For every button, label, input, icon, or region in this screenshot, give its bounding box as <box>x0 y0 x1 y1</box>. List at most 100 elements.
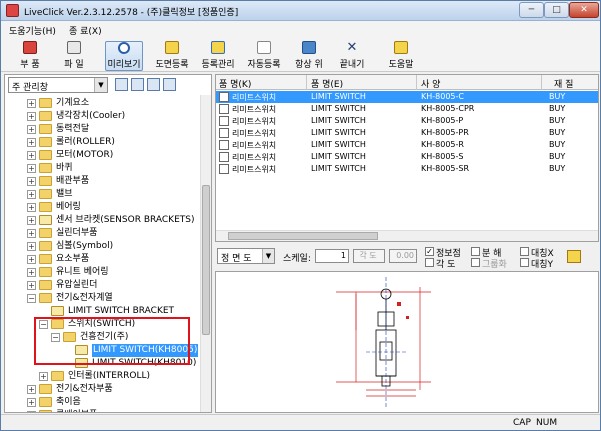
basepoint-checkbox[interactable]: ✓ <box>425 247 434 256</box>
expand-icon[interactable]: + <box>27 268 36 277</box>
cell-name-k: 리미트스위치 <box>232 165 277 174</box>
expand-icon[interactable]: + <box>27 203 36 212</box>
menu-help[interactable]: 도움기능(H) <box>9 24 56 37</box>
parts-icon <box>23 41 37 54</box>
tree-tool-icon[interactable] <box>115 78 128 91</box>
close-button[interactable]: ✕ <box>569 2 599 18</box>
hscroll-thumb[interactable] <box>228 232 378 240</box>
table-row[interactable]: 리미트스위치 LIMIT SWITCH KH-8005-CPR BUY <box>216 103 598 115</box>
drawing-preview <box>215 271 599 413</box>
expand-icon[interactable]: + <box>27 385 36 394</box>
mirror-x-checkbox[interactable] <box>520 247 529 256</box>
cell-material: BUY <box>549 164 566 173</box>
part-icon <box>219 104 229 114</box>
expand-all-icon[interactable] <box>131 78 144 91</box>
help-button[interactable]: 도움말 <box>385 41 417 71</box>
expand-icon[interactable]: + <box>27 398 36 407</box>
drawing-register-button[interactable]: 도면등록 <box>151 41 193 71</box>
tree-node-label: 동력전달 <box>56 124 90 134</box>
table-row[interactable]: 리미트스위치 LIMIT SWITCH KH-8005-S BUY <box>216 151 598 163</box>
expand-icon[interactable]: + <box>27 99 36 108</box>
chevron-down-icon[interactable]: ▼ <box>262 249 274 263</box>
title-bar[interactable]: LiveClick Ver.2.3.12.2578 - (주)클릭정보 [정품인… <box>1 1 600 21</box>
table-row[interactable]: 리미트스위치 LIMIT SWITCH KH-8005-R BUY <box>216 139 598 151</box>
maximize-button[interactable]: □ <box>544 2 569 18</box>
header-name-k[interactable]: 품 명(K) <box>219 77 251 90</box>
split-checkbox[interactable] <box>471 247 480 256</box>
angle-checkbox[interactable] <box>425 258 434 267</box>
expand-icon[interactable]: + <box>27 112 36 121</box>
header-material[interactable]: 재 질 <box>554 77 573 90</box>
cell-spec: KH-8005-C <box>421 92 464 101</box>
register-manage-button[interactable]: 등록관리 <box>197 41 239 71</box>
expand-icon[interactable]: + <box>39 372 48 381</box>
cell-name-e: LIMIT SWITCH <box>311 164 366 173</box>
table-row[interactable]: 리미트스위치 LIMIT SWITCH KH-8005-P BUY <box>216 115 598 127</box>
expand-icon[interactable]: + <box>27 164 36 173</box>
scale-input[interactable]: 1 <box>315 249 349 263</box>
expand-icon[interactable]: + <box>27 229 36 238</box>
cell-spec: KH-8005-PR <box>421 128 469 137</box>
cell-spec: KH-8005-SR <box>421 164 470 173</box>
tree-node-label: 유압실린더 <box>56 280 98 290</box>
expand-icon[interactable]: + <box>27 411 36 412</box>
expand-icon[interactable]: + <box>27 138 36 147</box>
tree-node-label: 냉각장치(Cooler) <box>56 111 126 121</box>
folder-icon <box>39 176 52 186</box>
expand-icon[interactable]: + <box>27 281 36 290</box>
exit-button[interactable]: ✕ 끝내기 <box>335 41 369 71</box>
mirror-y-checkbox[interactable] <box>520 258 529 267</box>
expand-icon[interactable]: + <box>27 216 36 225</box>
folder-icon <box>39 215 52 225</box>
num-indicator: NUM <box>536 418 558 428</box>
app-icon <box>6 4 19 17</box>
tree-node-label: 심볼(Symbol) <box>56 241 114 251</box>
table-row[interactable]: 리미트스위치 LIMIT SWITCH KH-8005-C BUY <box>216 91 598 103</box>
table-hscrollbar[interactable] <box>216 230 598 241</box>
scroll-thumb[interactable] <box>202 185 210 335</box>
collapse-all-icon[interactable] <box>147 78 160 91</box>
folder-icon <box>39 189 52 199</box>
file-button[interactable]: 파 일 <box>57 41 91 71</box>
view-select[interactable]: 정 면 도 ▼ <box>217 248 275 264</box>
cell-name-k: 리미트스위치 <box>232 129 277 138</box>
chevron-down-icon[interactable]: ▼ <box>94 78 107 92</box>
tree-node-label: 센서 브라켓(SENSOR BRACKETS) <box>56 215 195 225</box>
angle-input[interactable]: 0.00 <box>389 249 417 263</box>
collapse-icon[interactable]: − <box>27 294 36 303</box>
table-row[interactable]: 리미트스위치 LIMIT SWITCH KH-8005-PR BUY <box>216 127 598 139</box>
always-on-top-button[interactable]: 항상 위 <box>291 41 327 71</box>
angle-button[interactable]: 각 도 <box>353 249 385 263</box>
header-spec[interactable]: 사 양 <box>421 77 440 90</box>
window-select[interactable]: 주 관리창 ▼ <box>8 77 108 93</box>
expand-icon[interactable]: + <box>27 151 36 160</box>
part-icon <box>219 164 229 174</box>
file-icon <box>67 41 81 54</box>
expand-icon[interactable]: + <box>27 190 36 199</box>
expand-icon[interactable]: + <box>27 125 36 134</box>
menu-exit[interactable]: 종 료(X) <box>69 24 102 37</box>
cell-spec: KH-8005-CPR <box>421 104 475 113</box>
insert-icon[interactable] <box>567 250 581 263</box>
parts-button[interactable]: 부 품 <box>13 41 47 71</box>
cell-name-e: LIMIT SWITCH <box>311 152 366 161</box>
expand-icon[interactable]: + <box>27 242 36 251</box>
cell-material: BUY <box>549 140 566 149</box>
folder-icon <box>39 111 52 121</box>
tree-settings-icon[interactable] <box>163 78 176 91</box>
auto-register-button[interactable]: 자동등록 <box>243 41 285 71</box>
header-name-e[interactable]: 품 명(E) <box>311 77 343 90</box>
cell-material: BUY <box>549 128 566 137</box>
tree-scrollbar[interactable] <box>200 95 211 412</box>
help-icon <box>394 41 408 54</box>
group-checkbox[interactable] <box>471 258 480 267</box>
preview-button[interactable]: 미리보기 <box>105 41 143 71</box>
group-label: 그룹화 <box>482 260 507 270</box>
expand-icon[interactable]: + <box>27 177 36 186</box>
cell-spec: KH-8005-R <box>421 140 464 149</box>
expand-icon[interactable]: + <box>27 255 36 264</box>
minimize-button[interactable]: ─ <box>519 2 544 18</box>
part-icon <box>219 92 229 102</box>
cell-material: BUY <box>549 104 566 113</box>
table-row[interactable]: 리미트스위치 LIMIT SWITCH KH-8005-SR BUY <box>216 163 598 175</box>
